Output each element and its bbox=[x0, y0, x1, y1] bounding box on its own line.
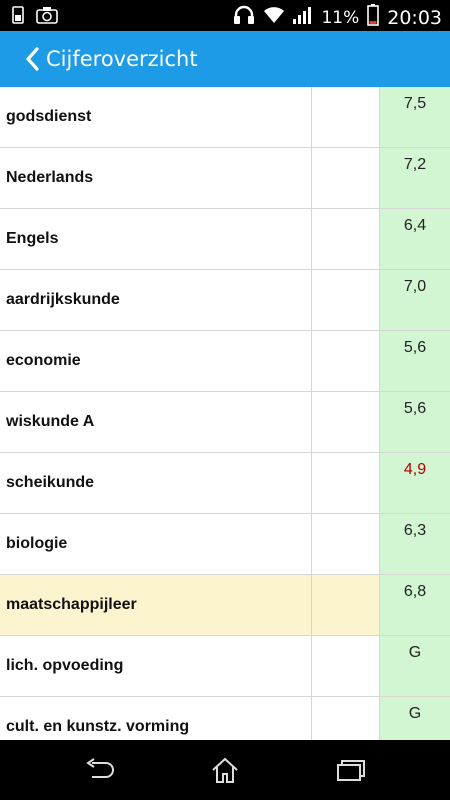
empty-cell bbox=[312, 87, 380, 147]
empty-cell bbox=[312, 514, 380, 574]
empty-cell bbox=[312, 331, 380, 391]
subject-cell: Engels bbox=[0, 209, 312, 269]
table-row[interactable]: Engels 6,4 bbox=[0, 209, 450, 270]
back-button[interactable]: Cijferoverzicht bbox=[0, 31, 198, 87]
subject-cell: scheikunde bbox=[0, 453, 312, 513]
grade-cell: 7,0 bbox=[380, 270, 450, 330]
home-icon[interactable] bbox=[205, 754, 245, 786]
table-row[interactable]: godsdienst 7,5 bbox=[0, 87, 450, 148]
action-bar: Cijferoverzicht bbox=[0, 31, 450, 87]
grade-cell: 6,3 bbox=[380, 514, 450, 574]
empty-cell bbox=[312, 270, 380, 330]
grade-cell: 7,2 bbox=[380, 148, 450, 208]
empty-cell bbox=[312, 575, 380, 635]
subject-cell: wiskunde A bbox=[0, 392, 312, 452]
table-row[interactable]: maatschappijleer 6,8 bbox=[0, 575, 450, 636]
table-row[interactable]: scheikunde 4,9 bbox=[0, 453, 450, 514]
chevron-left-icon bbox=[26, 47, 39, 71]
grade-cell: G bbox=[380, 697, 450, 740]
subject-cell: lich. opvoeding bbox=[0, 636, 312, 696]
grades-table[interactable]: godsdienst 7,5 Nederlands 7,2 Engels 6,4 aardr… bbox=[0, 87, 450, 740]
empty-cell bbox=[312, 148, 380, 208]
sim-icon bbox=[12, 6, 24, 29]
clock: 20:03 bbox=[387, 6, 442, 29]
headphones-icon bbox=[233, 5, 255, 30]
navigation-bar bbox=[0, 740, 450, 800]
empty-cell bbox=[312, 636, 380, 696]
subject-cell: economie bbox=[0, 331, 312, 391]
status-bar: 11% 20:03 bbox=[0, 0, 450, 31]
table-row[interactable]: biologie 6,3 bbox=[0, 514, 450, 575]
camera-icon bbox=[36, 6, 58, 29]
back-icon[interactable] bbox=[80, 754, 120, 786]
table-row[interactable]: aardrijkskunde 7,0 bbox=[0, 270, 450, 331]
grade-cell: 4,9 bbox=[380, 453, 450, 513]
grade-cell: G bbox=[380, 636, 450, 696]
battery-icon bbox=[367, 4, 380, 31]
recent-apps-icon[interactable] bbox=[330, 754, 370, 786]
table-row[interactable]: Nederlands 7,2 bbox=[0, 148, 450, 209]
table-row[interactable]: wiskunde A 5,6 bbox=[0, 392, 450, 453]
subject-cell: aardrijkskunde bbox=[0, 270, 312, 330]
subject-cell: Nederlands bbox=[0, 148, 312, 208]
wifi-icon bbox=[263, 6, 285, 29]
empty-cell bbox=[312, 392, 380, 452]
grade-cell: 6,8 bbox=[380, 575, 450, 635]
subject-cell: cult. en kunstz. vorming bbox=[0, 697, 312, 740]
signal-icon bbox=[293, 6, 313, 29]
grade-cell: 7,5 bbox=[380, 87, 450, 147]
empty-cell bbox=[312, 453, 380, 513]
subject-cell: godsdienst bbox=[0, 87, 312, 147]
subject-cell: maatschappijleer bbox=[0, 575, 312, 635]
grade-cell: 5,6 bbox=[380, 331, 450, 391]
table-row[interactable]: economie 5,6 bbox=[0, 331, 450, 392]
table-row[interactable]: lich. opvoeding G bbox=[0, 636, 450, 697]
battery-percent: 11% bbox=[321, 7, 360, 28]
empty-cell bbox=[312, 697, 380, 740]
table-row[interactable]: cult. en kunstz. vorming G bbox=[0, 697, 450, 740]
page-title: Cijferoverzicht bbox=[46, 47, 198, 71]
empty-cell bbox=[312, 209, 380, 269]
subject-cell: biologie bbox=[0, 514, 312, 574]
grade-cell: 6,4 bbox=[380, 209, 450, 269]
grade-cell: 5,6 bbox=[380, 392, 450, 452]
